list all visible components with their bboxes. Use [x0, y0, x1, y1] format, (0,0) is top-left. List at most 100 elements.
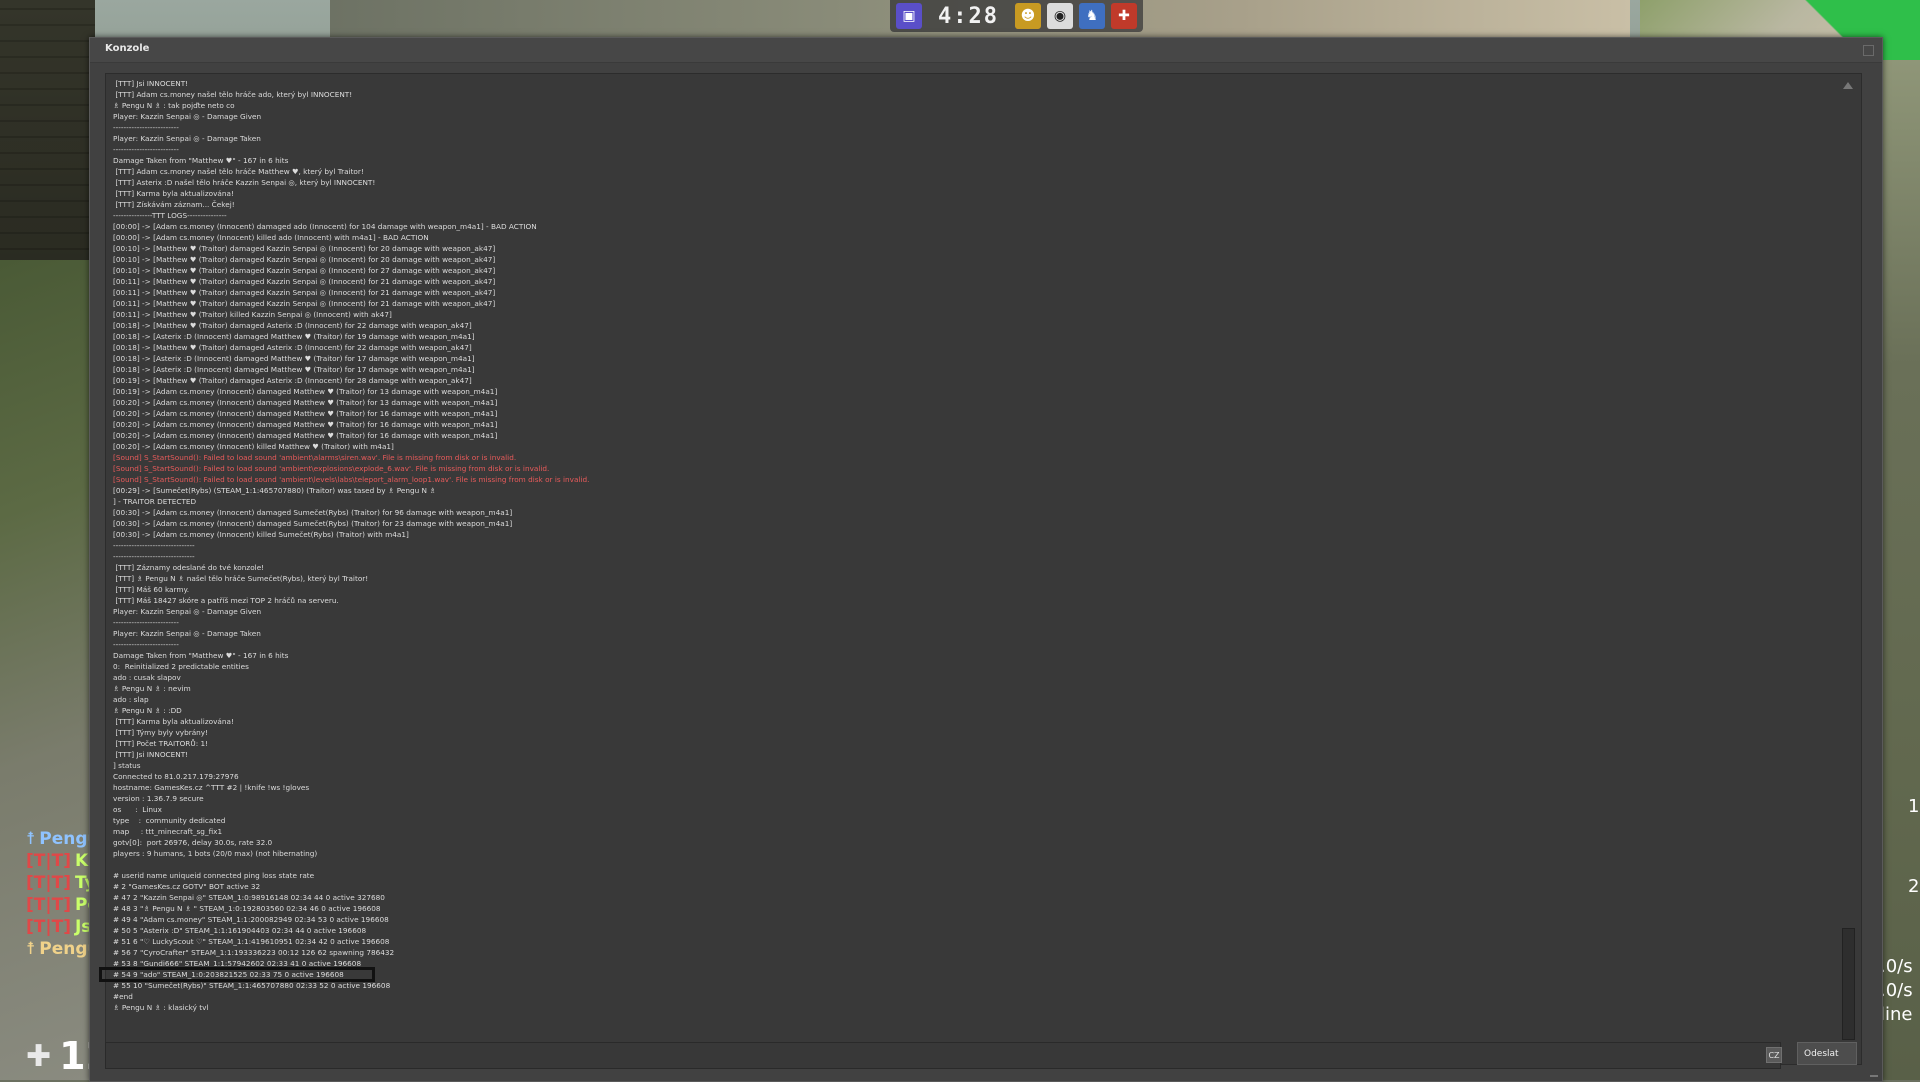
submit-button[interactable]: Odeslat: [1797, 1042, 1857, 1065]
console-line: -------------------------------: [113, 541, 195, 550]
hud-fragment: 1: [1908, 796, 1920, 817]
console-line: [TTT] Adam cs.money našel tělo hráče ado…: [113, 90, 353, 99]
console-line: ado : cusak slapov: [113, 673, 181, 682]
console-line: # userid name uniqueid connected ping lo…: [113, 871, 315, 880]
language-badge: CZ: [1766, 1047, 1782, 1063]
stone-wall: [0, 0, 95, 280]
console-line: [00:18] -> [Matthew ♥ (Traitor) damaged …: [113, 343, 472, 352]
console-line: ---------------TTT LOGS---------------: [113, 211, 227, 220]
console-line: ♗ Pengu N ♗ : tak pojďte neto co: [113, 101, 235, 110]
console-line: -------------------------: [113, 640, 179, 649]
hud-fragment: line: [1880, 1004, 1913, 1025]
console-line: [00:18] -> [Matthew ♥ (Traitor) damaged …: [113, 321, 472, 330]
console-line: # 2 "GamesKes.cz GOTV" BOT active 32: [113, 882, 261, 891]
console-line: [TTT] Karma byla aktualizována!: [113, 717, 234, 726]
console-line: [TTT] Jsi INNOCENT!: [113, 79, 189, 88]
scroll-up-icon[interactable]: [1843, 82, 1853, 89]
console-line: [00:30] -> [Adam cs.money (Innocent) dam…: [113, 508, 513, 517]
console-line: [00:29] -> [Sumečet(Rybs) (STEAM_1:1:465…: [113, 486, 436, 495]
console-line: [00:18] -> [Asterix :D (Innocent) damage…: [113, 365, 475, 374]
console-line: [00:11] -> [Matthew ♥ (Traitor) killed K…: [113, 310, 392, 319]
console-line: ado : slap: [113, 695, 149, 704]
console-line: 0: Reinitialized 2 predictable entities: [113, 662, 249, 671]
round-hud: ▣ 4:28 ☻ ◉ ♞ ✚: [890, 0, 1143, 32]
console-line: # 54 9 "ado" STEAM_1:0:203821525 02:33 7…: [99, 967, 375, 982]
hud-fragment: .0/s: [1880, 956, 1913, 977]
console-line: ♗ Pengu N ♗ : :DD: [113, 706, 182, 715]
console-line: ] status: [113, 761, 141, 770]
player-portrait-icon: ☻: [1014, 3, 1041, 29]
hud-fragment: 2: [1908, 876, 1920, 897]
console-line: [TTT] Adam cs.money našel tělo hráče Mat…: [113, 167, 364, 176]
console-line: # 53 8 "Gundi666" STEAM_1:1:57942602 02:…: [113, 959, 362, 968]
console-line: [TTT] Jsi INNOCENT!: [113, 750, 189, 759]
console-line: [00:10] -> [Matthew ♥ (Traitor) damaged …: [113, 244, 496, 253]
round-timer: 4:28: [938, 3, 999, 29]
console-line: -------------------------------: [113, 552, 195, 561]
console-output[interactable]: [TTT] Jsi INNOCENT! [TTT] Adam cs.money …: [99, 73, 1862, 1065]
console-line: ♗ Pengu N ♗ : nevim: [113, 684, 191, 693]
console-line: [00:30] -> [Adam cs.money (Innocent) kil…: [113, 530, 409, 539]
hud-fragment: .0/s: [1880, 980, 1913, 1001]
console-window[interactable]: Konzole [TTT] Jsi INNOCENT! [TTT] Adam c…: [89, 37, 1883, 1082]
console-line: [TTT] Máš 18427 skóre a patříš mezi TOP …: [113, 596, 339, 605]
console-error-line: [Sound] S_StartSound(): Failed to load s…: [113, 464, 550, 473]
console-line: # 48 3 "♗ Pengu N ♗ " STEAM_1:0:19280356…: [113, 904, 381, 913]
console-line: # 50 5 "Asterix :D" STEAM_1:1:161904403 …: [113, 926, 367, 935]
player-portrait-icon: ✚: [1110, 3, 1137, 29]
console-line: [TTT] Týmy byly vybrány!: [113, 728, 209, 737]
console-line: [00:11] -> [Matthew ♥ (Traitor) damaged …: [113, 277, 496, 286]
console-line: hostname: GamesKes.cz ^TTT #2 | !knife !…: [113, 783, 310, 792]
console-line: [00:18] -> [Asterix :D (Innocent) damage…: [113, 354, 475, 363]
console-line: [00:11] -> [Matthew ♥ (Traitor) damaged …: [113, 288, 496, 297]
console-line: Player: Kazzin Senpai ◎ - Damage Given: [113, 112, 262, 121]
team-tag: [T|T]: [26, 895, 71, 915]
console-line: [00:20] -> [Adam cs.money (Innocent) dam…: [113, 398, 498, 407]
alive-icon: ☨: [26, 939, 36, 959]
console-line: [00:19] -> [Adam cs.money (Innocent) dam…: [113, 387, 498, 396]
team-tag: [T|T]: [26, 851, 71, 871]
console-input[interactable]: [105, 1042, 1781, 1069]
console-line: map : ttt_minecraft_sg_fix1: [113, 827, 223, 836]
console-line: version : 1.36.7.9 secure: [113, 794, 204, 803]
console-line: os : Linux: [113, 805, 162, 814]
console-line: [00:20] -> [Adam cs.money (Innocent) dam…: [113, 420, 498, 429]
console-line: [TTT] ♗ Pengu N ♗ našel tělo hráče Sumeč…: [113, 574, 369, 583]
console-line: # 51 6 "♡ LuckyScout ♡" STEAM_1:1:419610…: [113, 937, 390, 946]
console-line: ] - TRAITOR DETECTED: [113, 497, 197, 506]
close-icon[interactable]: [1863, 45, 1874, 56]
console-line: Damage Taken from "Matthew ♥" - 167 in 6…: [113, 156, 289, 165]
console-titlebar[interactable]: Konzole: [90, 38, 1882, 63]
console-title: Konzole: [105, 43, 150, 54]
console-line: [TTT] Máš 60 karmy.: [113, 585, 190, 594]
console-line: gotv[0]: port 26976, delay 30.0s, rate 3…: [113, 838, 273, 847]
console-line: [00:00] -> [Adam cs.money (Innocent) kil…: [113, 233, 429, 242]
console-line: Damage Taken from "Matthew ♥" - 167 in 6…: [113, 651, 289, 660]
console-line: [00:11] -> [Matthew ♥ (Traitor) damaged …: [113, 299, 496, 308]
console-line: players : 9 humans, 1 bots (20/0 max) (n…: [113, 849, 318, 858]
console-line: ♗ Pengu N ♗ : klasický tvl: [113, 1003, 209, 1012]
resize-grip-icon[interactable]: [1870, 1069, 1878, 1077]
console-line: [00:20] -> [Adam cs.money (Innocent) dam…: [113, 431, 498, 440]
alive-icon: ☨: [26, 829, 36, 849]
console-line: -------------------------: [113, 618, 179, 627]
team-tag: [T|T]: [26, 917, 71, 937]
console-line: -------------------------: [113, 145, 179, 154]
console-line: [TTT] Asterix :D našel tělo hráče Kazzin…: [113, 178, 376, 187]
console-line: [00:00] -> [Adam cs.money (Innocent) dam…: [113, 222, 537, 231]
console-line: # 56 7 "CyroCrafter" STEAM_1:1:193336223…: [113, 948, 395, 957]
console-line: [00:30] -> [Adam cs.money (Innocent) dam…: [113, 519, 513, 528]
console-line: Player: Kazzin Senpai ◎ - Damage Given: [113, 607, 262, 616]
console-error-line: [Sound] S_StartSound(): Failed to load s…: [113, 453, 517, 462]
scene-right-edge: [1880, 60, 1920, 1080]
console-log: [TTT] Jsi INNOCENT! [TTT] Adam cs.money …: [99, 78, 1831, 1013]
console-error-line: [Sound] S_StartSound(): Failed to load s…: [113, 475, 590, 484]
console-scrollbar[interactable]: [1841, 80, 1855, 1058]
console-line: Connected to 81.0.217.179:27976: [113, 772, 239, 781]
console-line: Player: Kazzin Senpai ◎ - Damage Taken: [113, 134, 261, 143]
scrollbar-thumb[interactable]: [1842, 928, 1855, 1040]
team-logo-icon: ▣: [896, 3, 922, 29]
console-line: # 47 2 "Kazzin Senpai ◎" STEAM_1:0:98916…: [113, 893, 385, 902]
team-tag: [T|T]: [26, 873, 71, 893]
